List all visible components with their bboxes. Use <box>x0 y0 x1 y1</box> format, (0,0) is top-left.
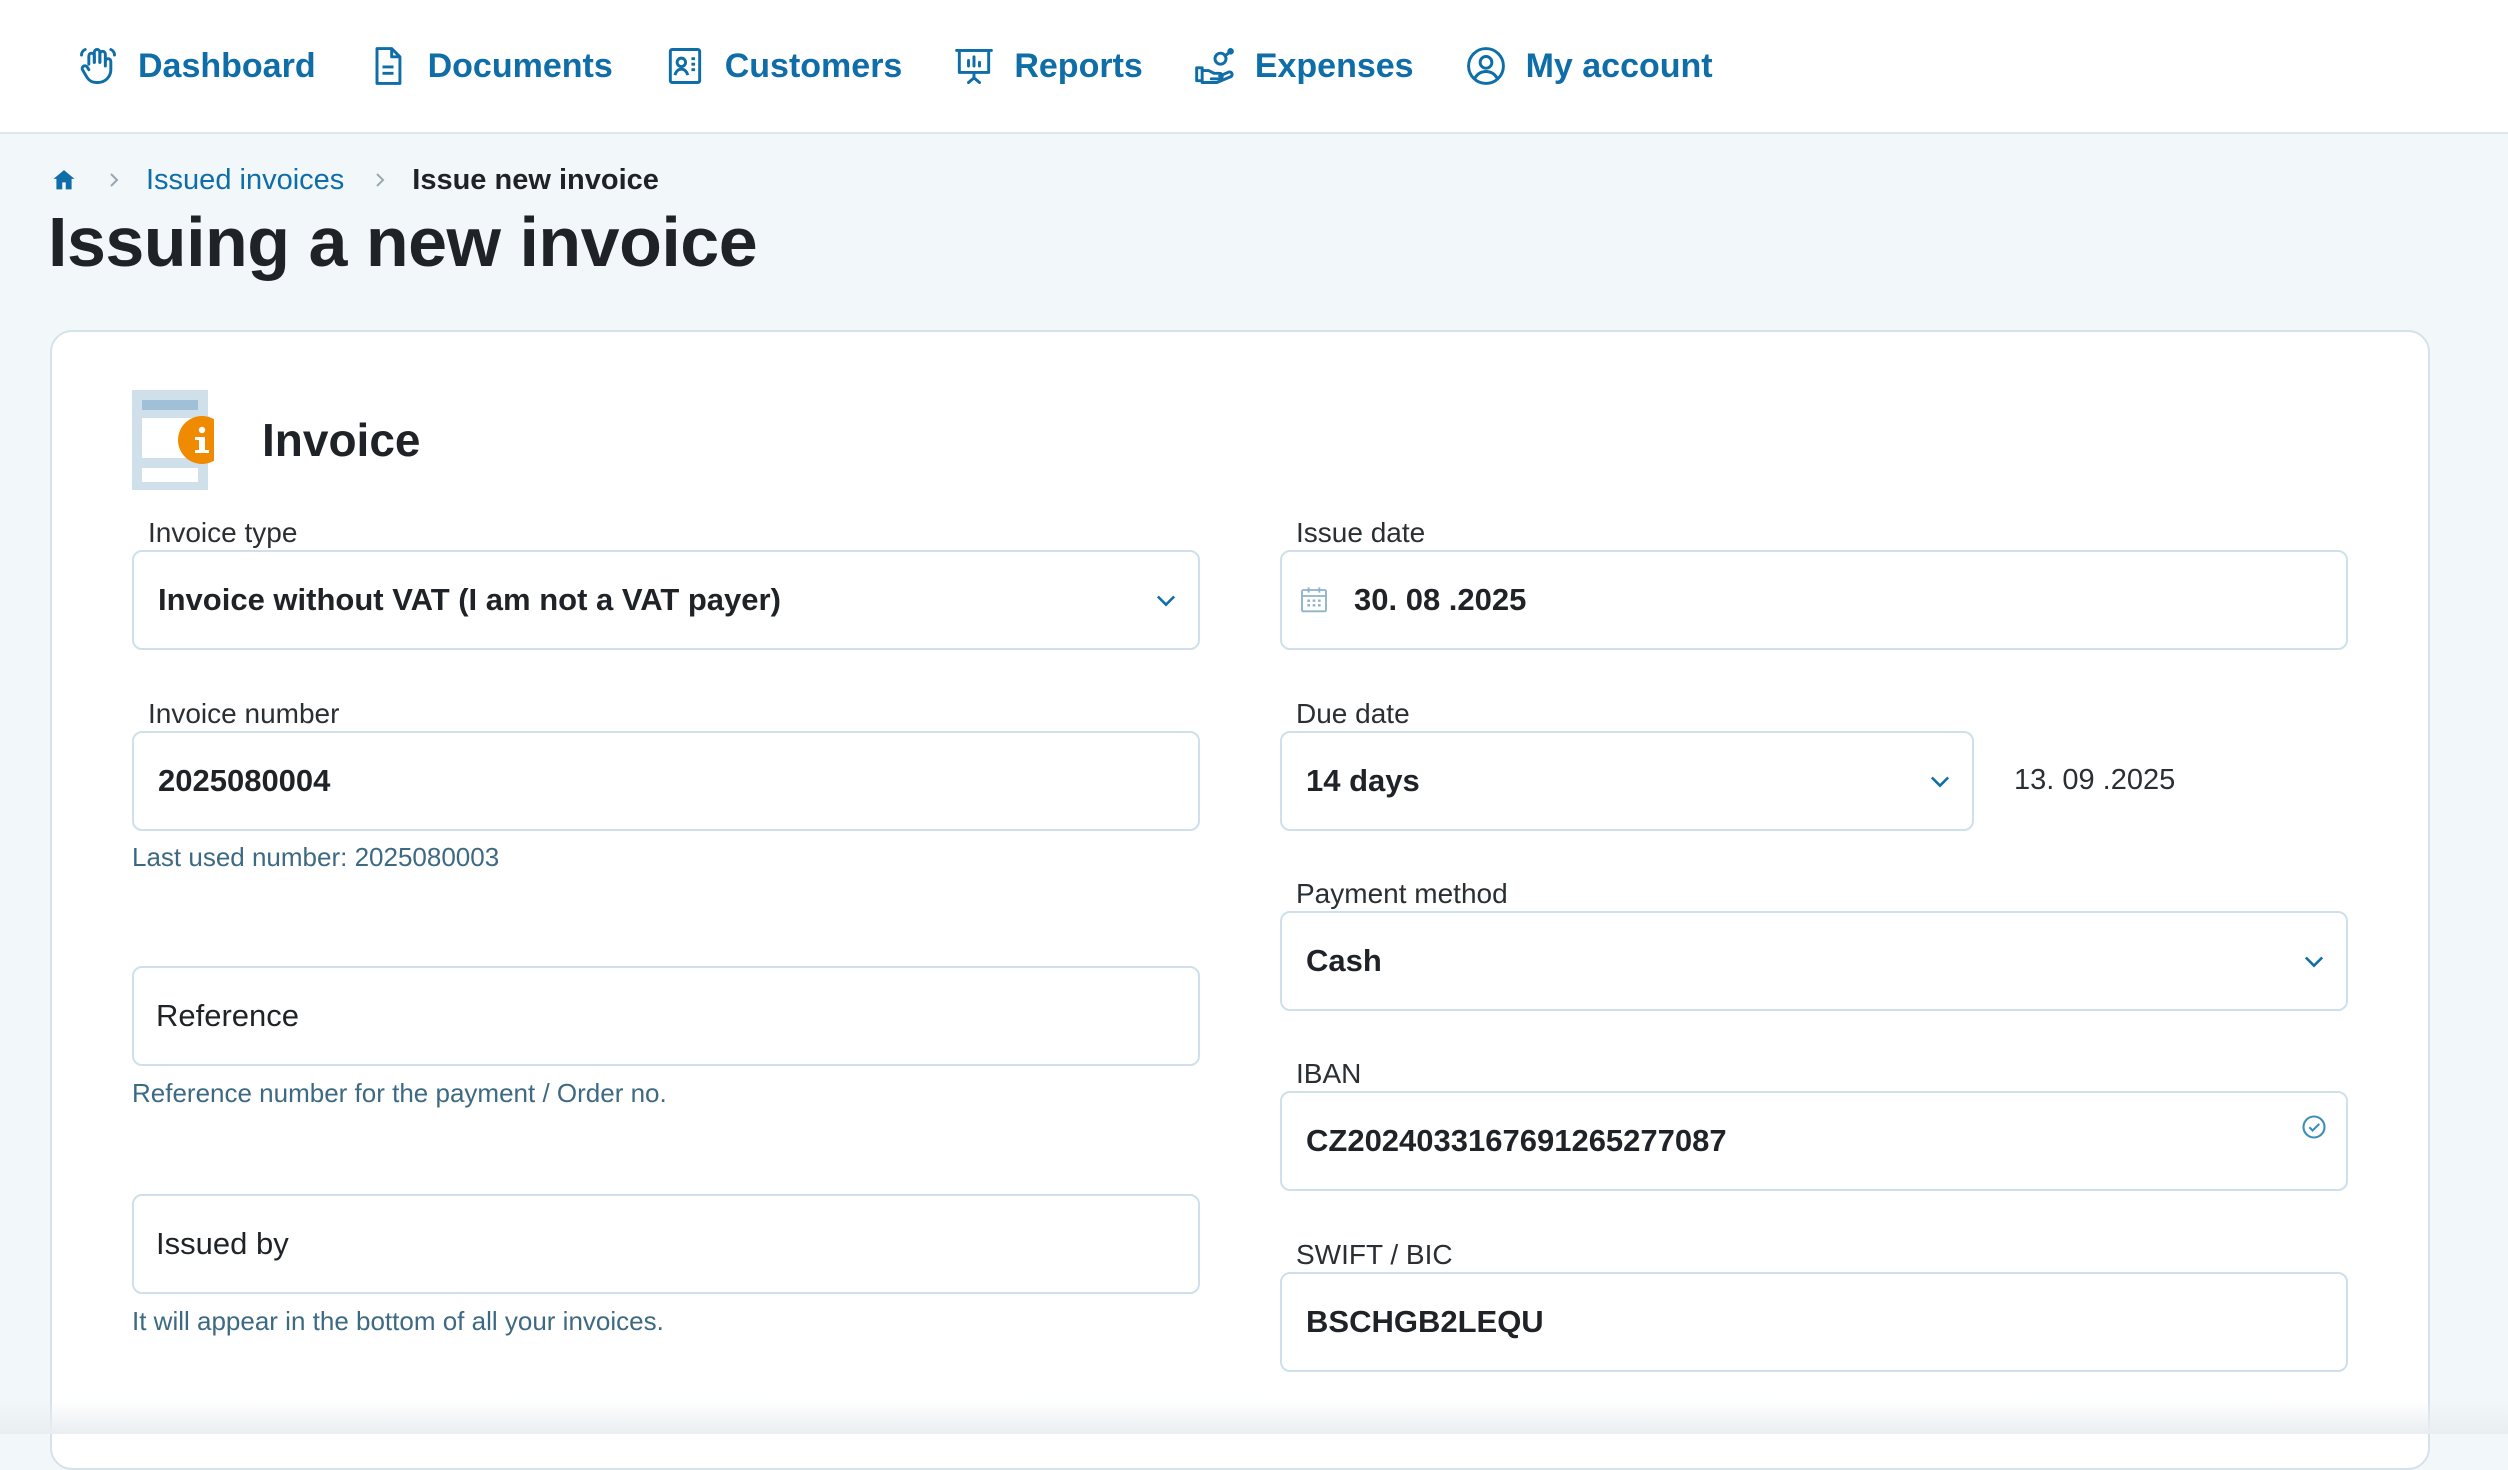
swift-field: BSCHGB2LEQU SWIFT / BIC <box>1280 1238 2348 1372</box>
card-header: Invoice <box>132 390 421 490</box>
reference-help: Reference number for the payment / Order… <box>132 1078 667 1108</box>
chevron-down-icon <box>2304 956 2324 968</box>
reference-input[interactable]: Reference <box>132 966 1200 1066</box>
wave-hand-icon <box>80 48 116 84</box>
hand-money-icon <box>1195 48 1234 84</box>
reference-placeholder: Reference <box>156 998 300 1033</box>
issue-date-label: Issue date <box>1292 516 1430 550</box>
nav-expenses[interactable]: Expenses <box>1193 44 1414 88</box>
due-date-computed: 13. 09 .2025 <box>2014 764 2176 796</box>
bottom-shadow <box>0 1400 2508 1434</box>
document-icon <box>375 47 401 85</box>
invoice-number-label: Invoice number <box>144 697 344 731</box>
chevron-down-icon <box>1930 776 1950 788</box>
invoice-info-icon <box>132 390 226 490</box>
chevron-right-icon <box>110 173 119 187</box>
top-navigation: Dashboard Documents Customers Reports Ex… <box>0 0 2508 134</box>
nav-reports-label: Reports <box>1014 46 1143 85</box>
iban-field: CZ2024033167691265277087 IBAN <box>1280 1057 2348 1191</box>
calendar-icon <box>1301 587 1327 613</box>
breadcrumb-issued-invoices[interactable]: Issued invoices <box>146 164 344 197</box>
issue-date-input[interactable]: 30. 08 .2025 <box>1280 550 2348 650</box>
invoice-type-select[interactable]: Invoice without VAT (I am not a VAT paye… <box>132 550 1200 650</box>
issued-by-field: Issued by <box>132 1194 1200 1294</box>
due-date-label: Due date <box>1292 697 1414 731</box>
invoice-number-field: 2025080004 Invoice number <box>132 697 1200 831</box>
nav-dashboard[interactable]: Dashboard <box>76 44 316 88</box>
breadcrumb: Issued invoices Issue new invoice <box>50 160 659 200</box>
invoice-type-value: Invoice without VAT (I am not a VAT paye… <box>158 582 781 617</box>
swift-input[interactable]: BSCHGB2LEQU <box>1280 1272 2348 1372</box>
chevron-down-icon <box>1156 595 1176 607</box>
invoice-number-value: 2025080004 <box>158 763 331 798</box>
contact-card-icon <box>668 48 701 84</box>
iban-label: IBAN <box>1292 1057 1366 1091</box>
issued-by-help: It will appear in the bottom of all your… <box>132 1306 664 1336</box>
nav-expenses-label: Expenses <box>1254 46 1414 85</box>
iban-input[interactable]: CZ2024033167691265277087 <box>1280 1091 2348 1191</box>
payment-method-field: Cash Payment method <box>1280 877 2348 1011</box>
card-title: Invoice <box>262 414 421 466</box>
nav-customers[interactable]: Customers <box>663 44 903 88</box>
issue-date-field: 30. 08 .2025 Issue date <box>1280 516 2348 650</box>
presentation-chart-icon <box>955 48 994 84</box>
due-date-select[interactable]: 14 days <box>1280 731 1974 831</box>
payment-method-value: Cash <box>1306 943 1382 978</box>
nav-my-account-label: My account <box>1525 46 1713 85</box>
swift-label: SWIFT / BIC <box>1292 1238 1457 1272</box>
payment-method-label: Payment method <box>1292 877 1512 911</box>
nav-reports[interactable]: Reports <box>952 44 1143 88</box>
nav-my-account[interactable]: My account <box>1464 44 1713 88</box>
issue-date-value: 30. 08 .2025 <box>1354 582 1527 617</box>
home-icon <box>53 170 75 190</box>
invoice-type-label: Invoice type <box>144 516 302 550</box>
issued-by-placeholder: Issued by <box>156 1226 289 1261</box>
breadcrumb-current: Issue new invoice <box>412 163 659 196</box>
breadcrumb-home[interactable] <box>50 166 78 194</box>
check-circle-icon <box>2302 1115 2326 1139</box>
invoice-type-field: Invoice without VAT (I am not a VAT paye… <box>132 516 1200 650</box>
invoice-number-help: Last used number: 2025080003 <box>132 842 500 872</box>
nav-documents[interactable]: Documents <box>366 44 613 88</box>
invoice-number-input[interactable]: 2025080004 <box>132 731 1200 831</box>
breadcrumb-separator <box>370 170 390 190</box>
reference-field: Reference <box>132 966 1200 1066</box>
issued-by-input[interactable]: Issued by <box>132 1194 1200 1294</box>
page-title: Issuing a new invoice <box>48 203 758 281</box>
payment-method-select[interactable]: Cash <box>1280 911 2348 1011</box>
iban-value: CZ2024033167691265277087 <box>1306 1123 1727 1158</box>
user-circle-icon <box>1466 47 1505 85</box>
nav-customers-label: Customers <box>724 46 903 85</box>
due-date-field: 14 days Due date <box>1280 697 1974 831</box>
nav-documents-label: Documents <box>427 46 613 85</box>
chevron-right-icon <box>376 173 385 187</box>
invoice-card: Invoice Invoice without VAT (I am not a … <box>50 330 2430 1470</box>
due-date-value: 14 days <box>1306 763 1420 798</box>
swift-value: BSCHGB2LEQU <box>1306 1304 1544 1339</box>
breadcrumb-separator <box>104 170 124 190</box>
nav-dashboard-label: Dashboard <box>138 46 316 85</box>
